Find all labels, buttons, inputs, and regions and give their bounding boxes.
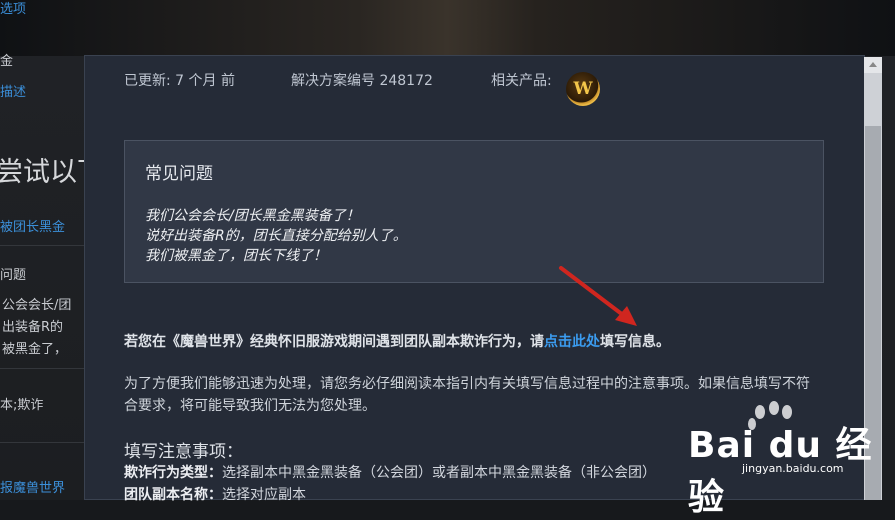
faq-question: 我们被黑金了，团长下线了！ xyxy=(145,248,327,264)
note-label: 欺诈行为类型： xyxy=(124,465,222,481)
bg-line-3: 被黑金了， xyxy=(2,342,68,357)
note-fraud-type: 欺诈行为类型：选择副本中黑金黑装备（公会团）或者副本中黑金黑装备（非公会团） xyxy=(124,462,656,482)
red-arrow-annotation xyxy=(559,266,637,326)
leader-link[interactable]: 被团长黑金 xyxy=(0,216,65,235)
scroll-up-arrow-icon[interactable] xyxy=(864,57,882,73)
report-link[interactable]: 报魔兽世界 xyxy=(0,477,65,496)
updated-label: 已更新: 7 个月 前 xyxy=(124,73,235,89)
faq-question: 我们公会会长/团长黑金黑装备了！ xyxy=(145,208,360,224)
note-raid-name: 团队副本名称：选择对应副本 xyxy=(124,484,306,504)
click-here-link[interactable]: 点击此处 xyxy=(544,334,600,350)
header-banner xyxy=(0,0,895,56)
gold-text: 金 xyxy=(0,54,14,69)
bg-line-2: 出装备R的 xyxy=(2,320,64,335)
describe-link[interactable]: 描述 xyxy=(0,81,26,100)
notes-title: 填写注意事项： xyxy=(124,442,243,462)
tags-text: 本;欺诈 xyxy=(0,398,44,413)
wow-product-icon[interactable]: W xyxy=(566,72,600,106)
bg-line-1: 公会会长/团 xyxy=(2,298,72,313)
instruction-suffix: 填写信息。 xyxy=(600,334,670,350)
divider xyxy=(0,368,84,369)
note-text: 选择对应副本 xyxy=(222,487,306,503)
note-text: 选择副本中黑金黑装备（公会团）或者副本中黑金黑装备（非公会团） xyxy=(222,465,656,481)
product-label: 相关产品: xyxy=(491,73,552,89)
faq-box: 常见问题 我们公会会长/团长黑金黑装备了！ 说好出装备R的，团长直接分配给别人了… xyxy=(124,140,824,283)
faq-question: 说好出装备R的，团长直接分配给别人了。 xyxy=(145,228,407,244)
divider xyxy=(0,245,84,246)
divider xyxy=(0,442,84,443)
faq-title: 常见问题 xyxy=(145,164,213,184)
note-label: 团队副本名称： xyxy=(124,487,222,503)
options-link[interactable]: 选项 xyxy=(0,0,26,17)
instruction-text: 若您在《魔兽世界》经典怀旧服游戏期间遇到团队副本欺诈行为，请 xyxy=(124,334,544,350)
report-instruction: 若您在《魔兽世界》经典怀旧服游戏期间遇到团队副本欺诈行为，请点击此处填写信息。 xyxy=(124,331,670,351)
solution-number: 解决方案编号 248172 xyxy=(291,73,433,89)
faq-text: 问题 xyxy=(0,268,27,283)
baidu-watermark-url: jingyan.baidu.com xyxy=(742,462,844,475)
